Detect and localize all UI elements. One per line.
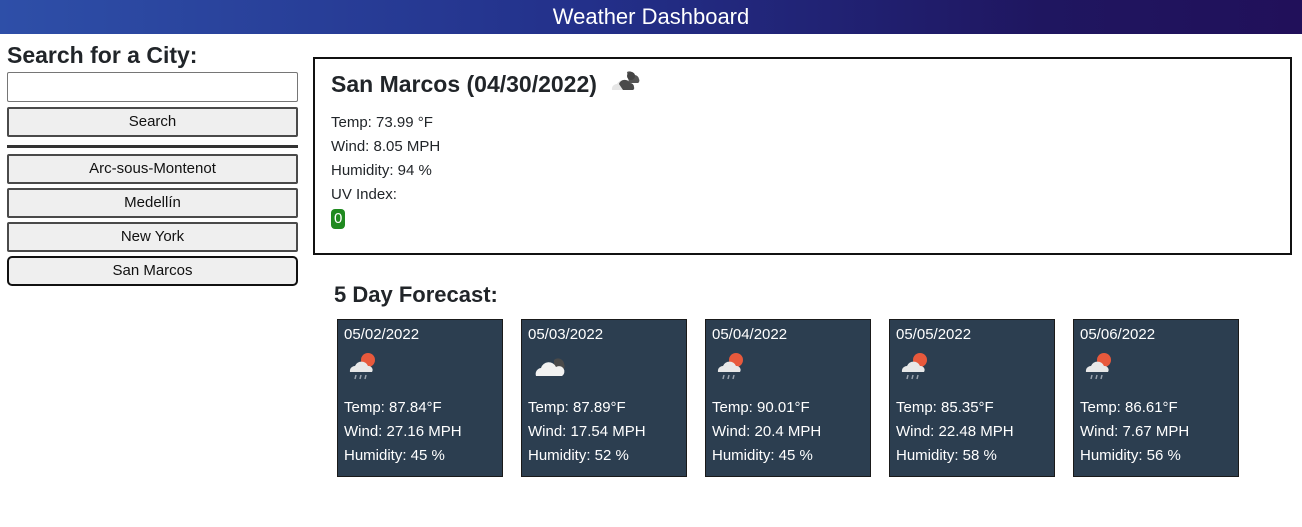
uv-index-label: UV Index: <box>331 186 397 203</box>
sidebar-divider <box>7 145 298 148</box>
sun-cloud-rain-icon <box>344 348 384 390</box>
current-wind: Wind: 8.05 MPH <box>331 138 441 155</box>
current-city-heading: San Marcos (04/30/2022) <box>331 70 597 97</box>
history-button-san-marcos[interactable]: San Marcos <box>7 256 298 286</box>
forecast-humidity: Humidity: 58 % <box>896 447 997 464</box>
forecast-wind: Wind: 22.48 MPH <box>896 423 1014 440</box>
forecast-date: 05/05/2022 <box>896 326 972 343</box>
sun-cloud-rain-icon <box>896 348 936 390</box>
forecast-card: 05/04/2022 Temp: 90.01°F Wind: 20.4 MPH … <box>705 319 871 477</box>
cloud-night-icon <box>528 348 572 390</box>
forecast-humidity: Humidity: 52 % <box>528 447 629 464</box>
city-search-input[interactable] <box>7 72 298 102</box>
search-button[interactable]: Search <box>7 107 298 137</box>
sidebar: Search for a City: Search Arc-sous-Monte… <box>7 38 298 290</box>
history-button-medellin[interactable]: Medellín <box>7 188 298 218</box>
sun-cloud-rain-icon <box>1080 348 1120 390</box>
forecast-date: 05/06/2022 <box>1080 326 1156 343</box>
forecast-temp: Temp: 85.35°F <box>896 399 994 416</box>
current-weather-panel: San Marcos (04/30/2022) Temp: 73.99 °F W… <box>313 57 1292 255</box>
current-temp: Temp: 73.99 °F <box>331 114 433 131</box>
forecast-cards: 05/02/2022 Temp: 87.84°F Wind: 27.16 MPH… <box>337 319 1257 477</box>
forecast-temp: Temp: 87.89°F <box>528 399 626 416</box>
forecast-date: 05/02/2022 <box>344 326 420 343</box>
forecast-wind: Wind: 27.16 MPH <box>344 423 462 440</box>
app-header: Weather Dashboard <box>0 0 1302 34</box>
search-title: Search for a City: <box>7 42 198 68</box>
forecast-title: 5 Day Forecast: <box>334 282 498 307</box>
forecast-temp: Temp: 87.84°F <box>344 399 442 416</box>
forecast-temp: Temp: 86.61°F <box>1080 399 1178 416</box>
forecast-card: 05/06/2022 Temp: 86.61°F Wind: 7.67 MPH … <box>1073 319 1239 477</box>
forecast-humidity: Humidity: 56 % <box>1080 447 1181 464</box>
forecast-humidity: Humidity: 45 % <box>712 447 813 464</box>
current-humidity: Humidity: 94 % <box>331 162 432 179</box>
forecast-card: 05/02/2022 Temp: 87.84°F Wind: 27.16 MPH… <box>337 319 503 477</box>
forecast-card: 05/05/2022 Temp: 85.35°F Wind: 22.48 MPH… <box>889 319 1055 477</box>
forecast-date: 05/04/2022 <box>712 326 788 343</box>
forecast-temp: Temp: 90.01°F <box>712 399 810 416</box>
forecast-wind: Wind: 20.4 MPH <box>712 423 822 440</box>
partly-cloudy-night-icon <box>607 66 647 102</box>
forecast-wind: Wind: 7.67 MPH <box>1080 423 1190 440</box>
forecast-humidity: Humidity: 45 % <box>344 447 445 464</box>
sun-cloud-rain-icon <box>712 348 752 390</box>
forecast-date: 05/03/2022 <box>528 326 604 343</box>
history-button-arc-sous-montenot[interactable]: Arc-sous-Montenot <box>7 154 298 184</box>
history-button-new-york[interactable]: New York <box>7 222 298 252</box>
uv-index-badge: 0 <box>331 209 346 229</box>
forecast-wind: Wind: 17.54 MPH <box>528 423 646 440</box>
forecast-card: 05/03/2022 Temp: 87.89°F Wind: 17.54 MPH… <box>521 319 687 477</box>
app-title: Weather Dashboard <box>552 4 750 29</box>
